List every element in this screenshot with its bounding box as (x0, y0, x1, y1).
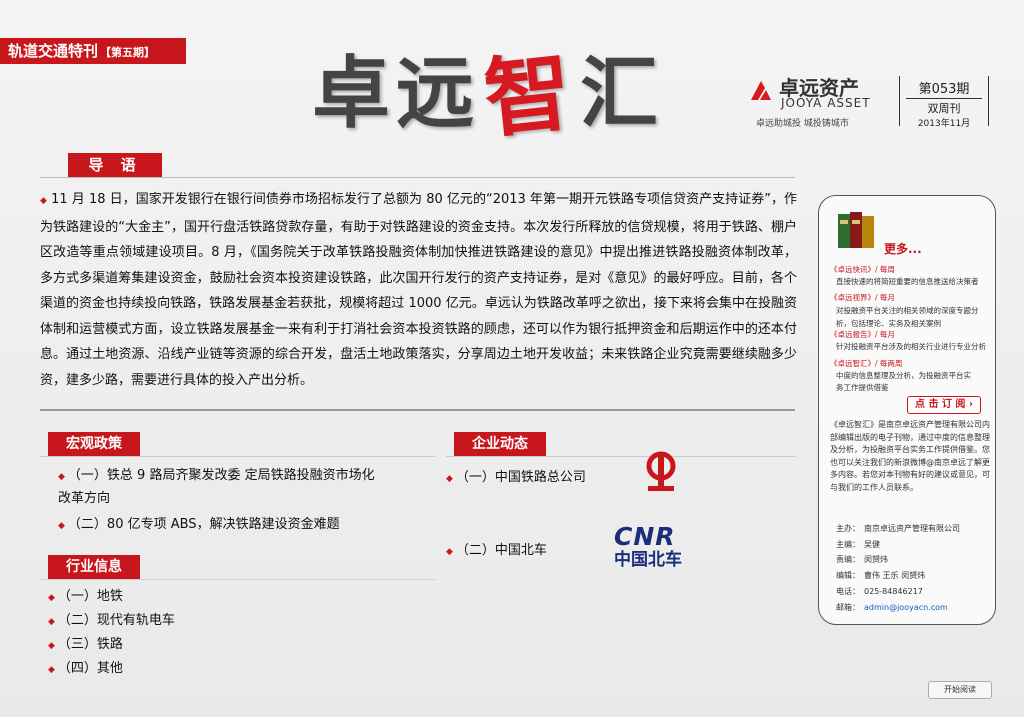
special-issue-tag: 轨道交通特刊 【第五期】 (0, 38, 186, 64)
bullet-diamond-icon: ◆ (48, 617, 55, 627)
entry-4-desc-2: 务工作提供借鉴 (836, 383, 889, 392)
more-link[interactable]: 更多... (884, 240, 922, 257)
industry-item-3[interactable]: ◆ （三）铁路 (48, 633, 123, 652)
corporate-news-underline (446, 456, 796, 457)
subscribe-label: 点 击 订 阅 (914, 399, 966, 410)
credit-phone: 电话： 025-84846217 (836, 586, 923, 596)
jooya-logo-icon (751, 81, 771, 100)
bullet-diamond-icon: ◆ (58, 521, 65, 531)
industry-item-4[interactable]: ◆ （四）其他 (48, 657, 123, 676)
title-part-2: 智 (479, 39, 582, 150)
bullet-diamond-icon: ◆ (446, 474, 453, 484)
issue-info-box: 第053期 双周刊 2013年11月 (899, 76, 989, 129)
industry-item-2-text: （二）现代有轨电车 (57, 613, 175, 628)
credit-responsible-editor: 责编： 闵赟炜 (836, 555, 888, 565)
cnr-logo: CNR 中国北车 (614, 524, 706, 574)
macro-policy-underline (40, 456, 435, 457)
cnr-logo-letters: CNR (614, 522, 676, 551)
entry-2-head[interactable]: 《卓远视界》/ 每月 (830, 292, 895, 303)
title-part-3: 汇 (580, 49, 665, 139)
bullet-diamond-icon: ◆ (446, 547, 453, 557)
intro-label: 导 语 (68, 153, 162, 177)
intro-underline (40, 177, 795, 178)
company-slogan: 卓远助城投 城投铸城市 (756, 119, 849, 129)
start-reading-button[interactable]: 开始阅读 (928, 681, 992, 699)
section-divider (40, 409, 795, 411)
macro-policy-label: 宏观政策 (48, 432, 140, 456)
corporate-news-label: 企业动态 (454, 432, 546, 456)
corporate-item-2-text: （二）中国北车 (455, 543, 547, 558)
corporate-item-1-text: （一）中国铁路总公司 (455, 470, 586, 485)
entry-4-head[interactable]: 《卓远智汇》/ 每两周 (830, 358, 902, 369)
entry-3-head[interactable]: 《卓远报告》/ 每月 (830, 329, 895, 340)
credit-editors: 编辑： 曹伟 王乐 闵赟炜 (836, 571, 926, 581)
publication-title: 卓远智汇 (312, 40, 664, 150)
intro-paragraph: ◆ 11 月 18 日，国家开发银行在银行间债券市场招标发行了总额为 80 亿元… (40, 187, 797, 393)
entry-2-desc-2: 析，包括理论、实务及相关案例 (836, 319, 941, 328)
email-link[interactable]: admin@jooyacn.com (864, 603, 948, 612)
corporate-item-1[interactable]: ◆ （一）中国铁路总公司 (446, 466, 586, 485)
macro-item-1-text: （一）铁总 9 路局齐聚发改委 定局铁路投融资市场化改革方向 (58, 468, 375, 506)
issue-number: 第053期 (918, 82, 970, 97)
macro-item-2[interactable]: ◆ （二）80 亿专项 ABS，解决铁路建设资金难题 (58, 513, 340, 532)
bullet-diamond-icon: ◆ (40, 196, 47, 206)
industry-info-label: 行业信息 (48, 555, 140, 579)
bullet-diamond-icon: ◆ (48, 593, 55, 603)
books-icon (838, 212, 874, 248)
industry-item-1[interactable]: ◆ （一）地铁 (48, 585, 123, 604)
industry-item-2[interactable]: ◆ （二）现代有轨电车 (48, 609, 175, 628)
intro-text: 11 月 18 日，国家开发银行在银行间债券市场招标发行了总额为 80 亿元的“… (40, 192, 798, 388)
issue-date: 2013年11月 (917, 119, 971, 129)
bullet-diamond-icon: ◆ (48, 665, 55, 675)
bullet-diamond-icon: ◆ (58, 472, 65, 482)
credit-publisher: 主办： 南京卓远资产管理有限公司 (836, 524, 960, 533)
special-issue-number: 【第五期】 (100, 46, 156, 59)
bullet-diamond-icon: ◆ (48, 641, 55, 651)
subscribe-button[interactable]: 点 击 订 阅 › (907, 396, 981, 414)
china-railway-logo-icon (646, 451, 676, 491)
credit-email: 邮箱： admin@jooyacn.com (836, 602, 948, 612)
corporate-item-2[interactable]: ◆ （二）中国北车 (446, 539, 547, 558)
company-name-en: JOOYA ASSET (781, 96, 871, 110)
entry-2-desc-1: 对投融资平台关注的相关领域的深度专题分 (836, 306, 979, 315)
title-part-1: 卓远 (312, 49, 481, 139)
macro-item-1[interactable]: ◆ （一）铁总 9 路局齐聚发改委 定局铁路投融资市场化改革方向 (58, 465, 378, 510)
credits: 主办： 南京卓远资产管理有限公司 主编： 吴健 责编： 闵赟炜 编辑： 曹伟 王乐 闵赟… (836, 521, 960, 615)
industry-item-1-text: （一）地铁 (57, 589, 123, 604)
entry-4-desc-1: 中度的信息整理及分析，为投融资平台实 (836, 371, 971, 380)
macro-item-2-text: （二）80 亿专项 ABS，解决铁路建设资金难题 (67, 517, 340, 532)
entry-1-desc: 直接快速的将简短重要的信息推送给决策者 (836, 277, 979, 286)
cnr-logo-cn: 中国北车 (614, 550, 682, 570)
arrow-right-icon: › (968, 399, 974, 410)
issue-frequency: 双周刊 (906, 98, 982, 116)
industry-item-4-text: （四）其他 (57, 661, 123, 676)
entry-3-desc: 针对投融资平台涉及的相关行业进行专业分析 (836, 342, 986, 351)
industry-info-underline (40, 579, 435, 580)
entry-1-head[interactable]: 《卓远快讯》/ 每周 (830, 264, 895, 275)
credit-editor-in-chief: 主编： 吴健 (836, 539, 880, 549)
publication-description: 《卓远智汇》是南京卓远资产管理有限公司内部编辑出版的电子刊物，通过中度的信息整理… (830, 420, 990, 492)
industry-item-3-text: （三）铁路 (57, 637, 123, 652)
special-title: 轨道交通特刊 (8, 42, 99, 60)
